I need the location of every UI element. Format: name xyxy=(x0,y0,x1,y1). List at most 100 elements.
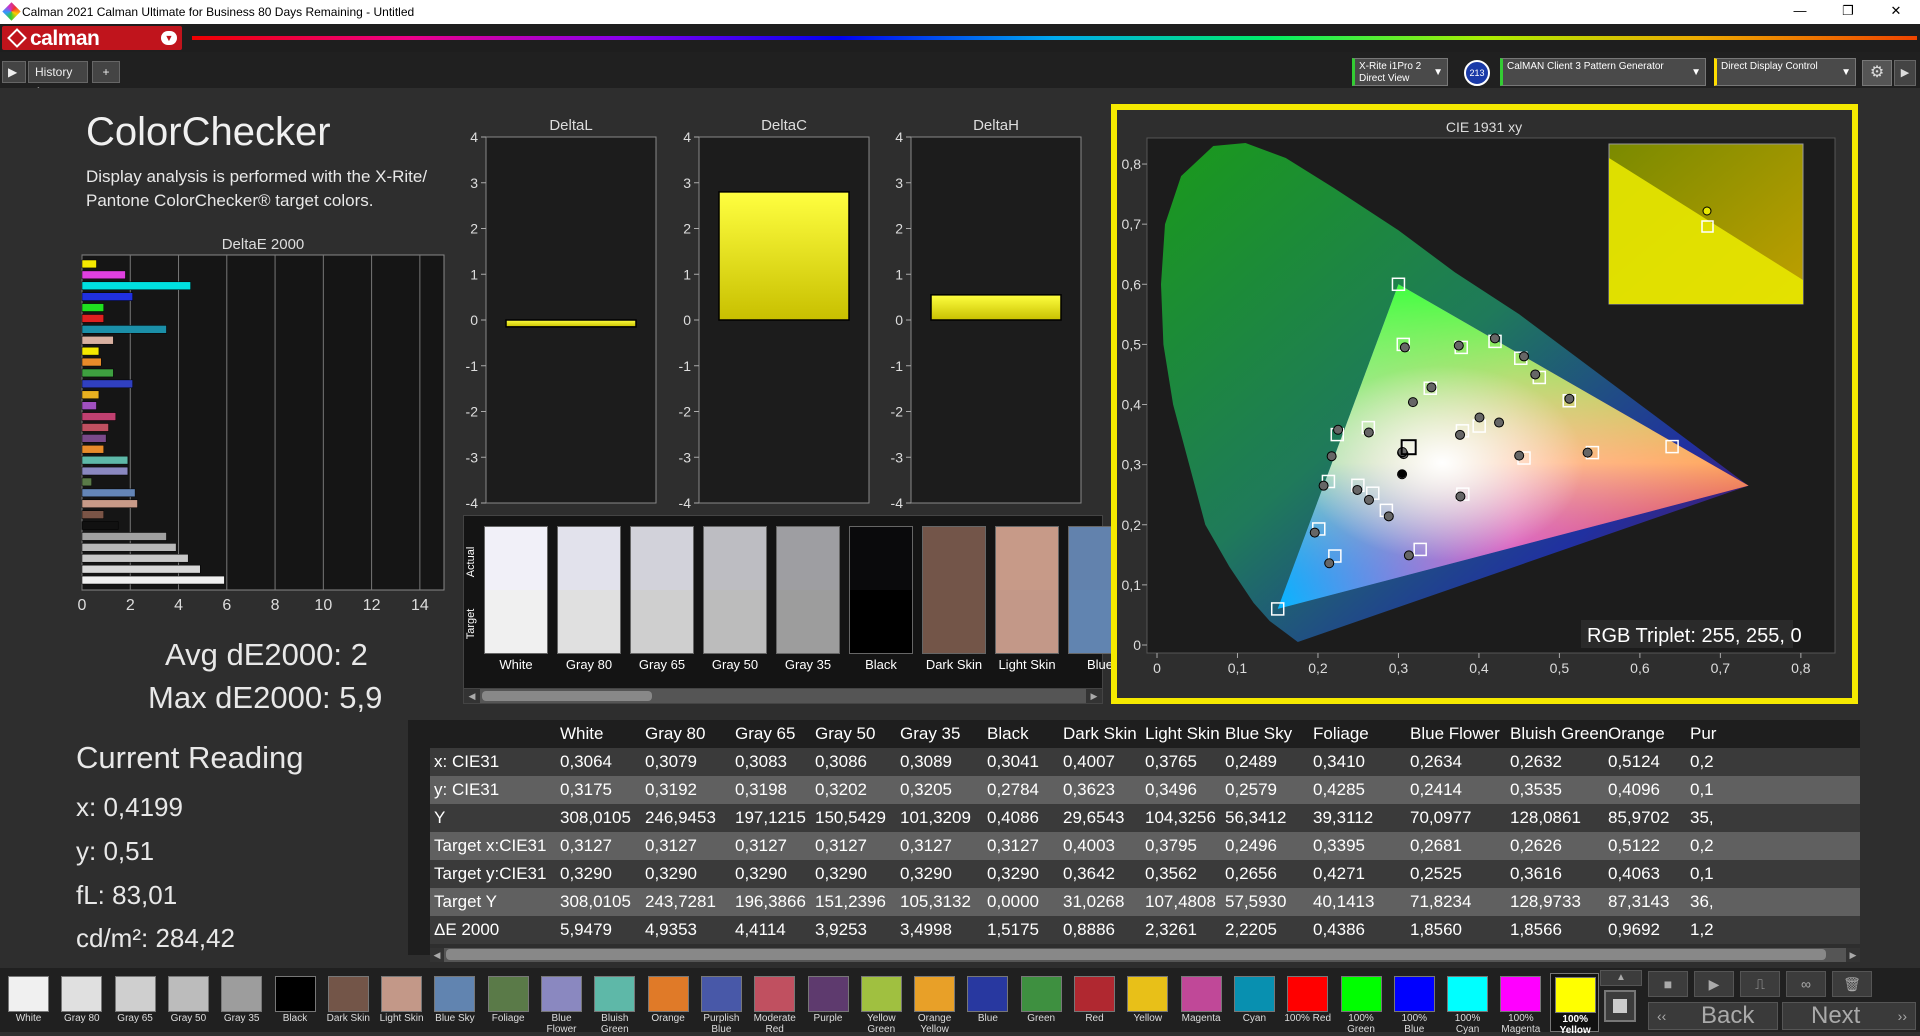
table-cell: Black xyxy=(987,724,1029,743)
display-control-selector[interactable]: Direct Display Control ▼ xyxy=(1714,58,1856,86)
pattern-generator-selector[interactable]: CalMAN Client 3 Pattern Generator ▼ xyxy=(1500,58,1706,86)
scroll-left-icon[interactable]: ◀ xyxy=(464,689,480,703)
loop-icon[interactable]: ∞ xyxy=(1786,971,1826,997)
scroll-thumb[interactable] xyxy=(446,949,1826,960)
pattern-swatch-24[interactable]: 100% Red xyxy=(1283,973,1332,1032)
pattern-swatch-9[interactable]: Foliage xyxy=(484,973,533,1032)
table-cell: 0,3623 xyxy=(1063,780,1115,799)
pattern-swatch-25[interactable]: 100% Green xyxy=(1337,973,1386,1035)
delta-y-tick: 4 xyxy=(683,129,691,145)
pattern-swatch-6[interactable]: Dark Skin xyxy=(324,973,373,1032)
stop-button[interactable] xyxy=(1604,990,1636,1022)
gear-icon[interactable]: ⚙ xyxy=(1862,60,1892,86)
page-title: ColorChecker xyxy=(86,110,331,154)
scroll-up-icon[interactable]: ▲ xyxy=(1600,970,1642,986)
tab-history-1[interactable]: History 1 xyxy=(28,61,88,99)
table-cell: 1,8566 xyxy=(1510,920,1562,939)
pattern-swatch-14[interactable]: Moderate Red xyxy=(750,973,799,1035)
table-cell: Gray 80 xyxy=(645,724,706,743)
pattern-swatch-1[interactable]: Gray 80 xyxy=(57,973,106,1032)
save-icon[interactable]: ⎍ xyxy=(1740,971,1780,997)
pattern-swatch-16[interactable]: Yellow Green xyxy=(857,973,906,1035)
table-cell: 0,1 xyxy=(1690,780,1714,799)
swatch-color xyxy=(274,976,316,1012)
pattern-swatch-27[interactable]: 100% Cyan xyxy=(1443,973,1492,1035)
pattern-swatch-19[interactable]: Green xyxy=(1017,973,1066,1032)
next-button[interactable]: Next ›› xyxy=(1782,1002,1916,1030)
table-cell: 29,6543 xyxy=(1063,808,1125,827)
swatch-scrollbar[interactable]: ◀ ▶ xyxy=(463,688,1103,704)
swatch-label: Dark Skin xyxy=(925,657,983,672)
chevron-right-icon[interactable]: ▶ xyxy=(1894,60,1916,86)
pattern-swatch-3[interactable]: Gray 50 xyxy=(164,973,213,1032)
deltae-x-tick: 4 xyxy=(174,597,183,614)
cie-x-tick: 0,2 xyxy=(1308,660,1328,676)
pattern-swatch-15[interactable]: Purple xyxy=(804,973,853,1032)
scroll-thumb[interactable] xyxy=(482,691,652,701)
table-scrollbar[interactable]: ◀ ▶ xyxy=(430,948,1860,962)
table-cell: 0,2525 xyxy=(1410,864,1462,883)
pattern-swatch-11[interactable]: Bluish Green xyxy=(590,973,639,1035)
table-cell: 0,3562 xyxy=(1145,864,1197,883)
table-cell: 0,5122 xyxy=(1608,836,1660,855)
swatch-color xyxy=(8,976,49,1012)
play-icon[interactable]: ▶ xyxy=(2,61,26,83)
swatch-label-line1: Moderate xyxy=(753,1013,796,1024)
deltae-bar xyxy=(81,510,104,519)
pattern-swatch-12[interactable]: Orange xyxy=(644,973,693,1032)
table-cell: Gray 65 xyxy=(735,724,796,743)
pattern-swatch-21[interactable]: Yellow xyxy=(1123,973,1172,1032)
pattern-swatch-22[interactable]: Magenta xyxy=(1177,973,1226,1032)
cie-y-tick: 0,7 xyxy=(1122,216,1142,232)
pattern-swatch-8[interactable]: Blue Sky xyxy=(430,973,479,1032)
pattern-swatch-0[interactable]: White xyxy=(4,973,53,1032)
stop-icon[interactable]: ■ xyxy=(1648,971,1688,997)
pattern-swatch-17[interactable]: Orange Yellow xyxy=(910,973,959,1035)
pattern-swatch-10[interactable]: Blue Flower xyxy=(537,973,586,1035)
table-cell: 36, xyxy=(1690,892,1714,911)
pattern-swatch-28[interactable]: 100% Magenta xyxy=(1496,973,1545,1035)
pattern-swatch-5[interactable]: Black xyxy=(271,973,320,1032)
deltae-chart-title: DeltaE 2000 xyxy=(222,236,305,253)
minimize-button[interactable]: — xyxy=(1790,3,1810,18)
table-row: x: CIE31 0,3064 0,3079 0,3083 0,3086 0,3089 0,… xyxy=(430,748,1860,776)
calman-menu-button[interactable]: calman ▼ xyxy=(2,26,182,50)
pattern-swatch-26[interactable]: 100% Blue xyxy=(1390,973,1439,1035)
table-row: ΔE 2000 5,9479 4,9353 4,4114 3,9253 3,4998 1,5… xyxy=(430,916,1860,944)
table-cell: 101,3209 xyxy=(900,808,971,827)
table-cell: 0,3795 xyxy=(1145,836,1197,855)
pattern-swatch-4[interactable]: Gray 35 xyxy=(217,973,266,1032)
pattern-swatch-13[interactable]: Purplish Blue xyxy=(697,973,746,1035)
deltae-bar xyxy=(81,564,201,574)
pattern-swatch-20[interactable]: Red xyxy=(1070,973,1119,1032)
swatch-label-line2: Yellow xyxy=(1559,1025,1591,1036)
trash-icon[interactable]: 🗑 xyxy=(1832,971,1872,997)
cie-actual-marker xyxy=(1518,351,1529,362)
pattern-swatch-2[interactable]: Gray 65 xyxy=(111,973,160,1032)
scroll-right-icon[interactable]: ▶ xyxy=(1846,948,1860,962)
swatch-label-line1: 100% xyxy=(1508,1013,1534,1024)
table-cell: 2,3261 xyxy=(1145,920,1197,939)
meter-selector[interactable]: X-Rite i1Pro 2 Direct View ▼ xyxy=(1352,58,1448,86)
table-cell: 0,2626 xyxy=(1510,836,1562,855)
delta-y-tick: -2 xyxy=(679,404,692,420)
close-button[interactable]: ✕ xyxy=(1886,3,1906,19)
scroll-left-icon[interactable]: ◀ xyxy=(430,948,444,962)
table-row: Target y:CIE31 0,3290 0,3290 0,3290 0,3290 0,… xyxy=(430,860,1860,888)
table-cell: 1,2 xyxy=(1690,920,1714,939)
swatch-label: Gray 65 xyxy=(111,1013,160,1024)
meter-badge[interactable]: 213 xyxy=(1464,60,1490,86)
back-button[interactable]: ‹‹ Back xyxy=(1648,1002,1778,1030)
add-tab-button[interactable]: + xyxy=(92,61,120,83)
scroll-right-icon[interactable]: ▶ xyxy=(1086,689,1102,703)
play-icon[interactable]: ▶ xyxy=(1694,971,1734,997)
pattern-swatch-29[interactable]: 100% Yellow xyxy=(1549,973,1599,1036)
table-cell: 0,4003 xyxy=(1063,836,1115,855)
delta-y-tick: -2 xyxy=(466,404,479,420)
pattern-swatch-18[interactable]: Blue xyxy=(963,973,1012,1032)
pattern-swatch-7[interactable]: Light Skin xyxy=(377,973,426,1032)
maximize-button[interactable]: ❐ xyxy=(1838,3,1858,19)
pattern-swatch-23[interactable]: Cyan xyxy=(1230,973,1279,1032)
max-de2000: Max dE2000: 5,9 xyxy=(148,680,383,715)
swatch-label: Blue Sky xyxy=(430,1013,479,1024)
